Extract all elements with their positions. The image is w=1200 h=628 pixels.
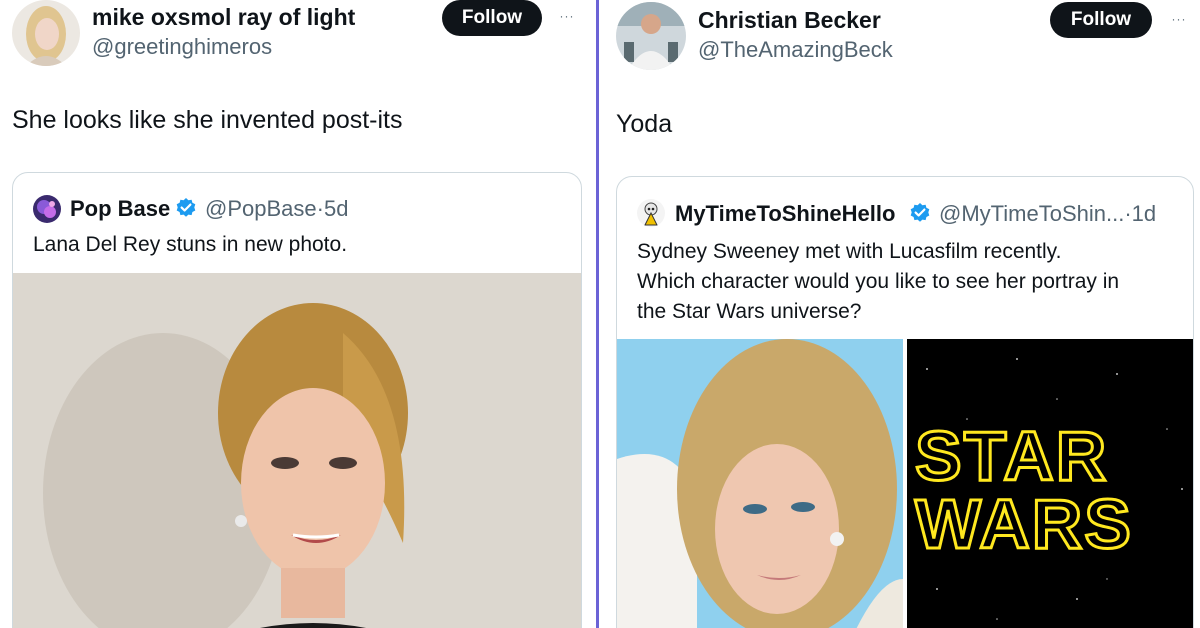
tweet-text: Yoda: [616, 110, 673, 138]
display-name[interactable]: Christian Becker: [698, 7, 881, 34]
quoted-tweet-text: Lana Del Rey stuns in new photo.: [33, 233, 348, 256]
more-options-icon[interactable]: ···: [554, 6, 580, 26]
quoted-tweet-image-right[interactable]: STAR WARS: [907, 339, 1193, 628]
meta-separator: ·: [1124, 201, 1132, 226]
star-wars-logo-bottom: WARS: [914, 485, 1133, 563]
quoted-timestamp[interactable]: 5d: [324, 196, 348, 221]
user-avatar[interactable]: [616, 2, 686, 70]
quoted-tweet[interactable]: MyTimeToShineHello @MyTimeToShin...·1d S…: [616, 176, 1194, 628]
user-avatar[interactable]: [12, 0, 80, 66]
right-tweet: Christian Becker @TheAmazingBeck Follow …: [602, 0, 1200, 628]
verified-badge-icon: [176, 198, 196, 217]
quoted-handle[interactable]: @PopBase: [205, 196, 317, 221]
panel-divider: [594, 0, 602, 628]
tweet-text: She looks like she invented post-its: [12, 106, 403, 134]
quoted-text-line: the Star Wars universe?: [637, 300, 862, 323]
follow-button[interactable]: Follow: [1050, 2, 1152, 38]
user-handle[interactable]: @TheAmazingBeck: [698, 37, 893, 63]
left-tweet: mike oxsmol ray of light @greetinghimero…: [0, 0, 594, 628]
quoted-timestamp[interactable]: 1d: [1132, 201, 1156, 226]
star-wars-logo-top: STAR: [913, 417, 1109, 495]
user-handle[interactable]: @greetinghimeros: [92, 34, 272, 60]
quoted-user-avatar[interactable]: [637, 199, 665, 227]
meta-separator: ·: [316, 196, 324, 221]
quoted-display-name[interactable]: Pop Base: [70, 196, 170, 222]
quoted-tweet[interactable]: Pop Base @PopBase·5d Lana Del Rey stuns …: [12, 172, 582, 628]
quoted-text-line: Sydney Sweeney met with Lucasfilm recent…: [637, 240, 1062, 263]
quoted-tweet-image-left[interactable]: [617, 339, 903, 628]
more-options-icon[interactable]: ···: [1166, 9, 1192, 29]
quoted-meta: @MyTimeToShin...·1d: [939, 201, 1156, 227]
quoted-handle[interactable]: @MyTimeToShin...: [939, 201, 1124, 226]
follow-button[interactable]: Follow: [442, 0, 542, 36]
verified-badge-icon: [910, 203, 930, 222]
quoted-user-avatar[interactable]: [33, 195, 61, 223]
quoted-tweet-image[interactable]: [13, 273, 581, 628]
quoted-tweet-text: Sydney Sweeney met with Lucasfilm recent…: [637, 237, 1193, 327]
quoted-display-name[interactable]: MyTimeToShineHello: [675, 201, 895, 227]
display-name[interactable]: mike oxsmol ray of light: [92, 4, 355, 31]
quoted-meta: @PopBase·5d: [205, 196, 348, 222]
quoted-text-line: Which character would you like to see he…: [637, 270, 1120, 293]
